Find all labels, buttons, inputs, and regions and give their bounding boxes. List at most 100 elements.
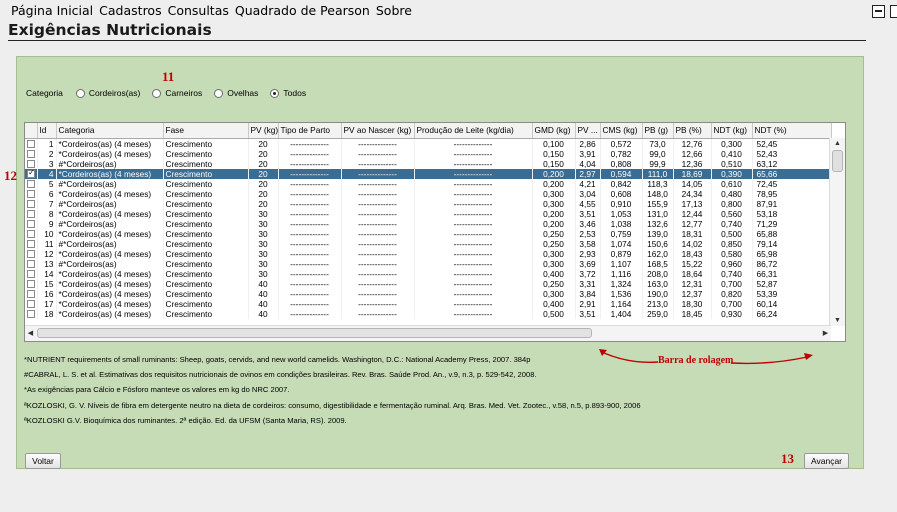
category-filter: Categoria Cordeiros(as) Carneiros Ovelha… (26, 88, 318, 98)
cell-cms: 1,164 (600, 298, 643, 309)
checkbox-checked-icon[interactable] (27, 169, 35, 179)
checkbox-icon[interactable] (27, 280, 35, 289)
scroll-down-icon[interactable]: ▼ (830, 315, 845, 326)
cell-select (25, 268, 38, 279)
table-row[interactable]: 7 #*Cordeiros(as) Crescimento 20 -----------… (25, 198, 832, 209)
cell-pv-nascer: -------------- (341, 208, 415, 219)
checkbox-icon[interactable] (27, 150, 35, 159)
table-row[interactable]: 10 *Cordeiros(as) (4 meses) Crescimento 30-… (25, 228, 832, 239)
next-button[interactable]: Avançar (804, 453, 849, 469)
checkbox-icon[interactable] (27, 270, 35, 279)
column-header-cms[interactable]: CMS (kg) (600, 123, 643, 139)
table-row[interactable]: 13 #*Cordeiros(as) Crescimento 30 ----------… (25, 258, 832, 269)
cell-cms: 0,879 (600, 248, 643, 259)
cell-ndt-pct: 52,87 (752, 278, 832, 289)
table-row[interactable]: 18 *Cordeiros(as) (4 meses) Crescimento 40-… (25, 308, 832, 319)
checkbox-icon[interactable] (27, 140, 35, 149)
cell-select (25, 148, 38, 159)
column-header-categoria[interactable]: Categoria (56, 123, 164, 139)
back-button[interactable]: Voltar (25, 453, 61, 469)
scroll-right-icon[interactable]: ▶ (820, 326, 831, 341)
radio-cordeiros[interactable]: Cordeiros(as) (75, 88, 141, 98)
column-header-producao-leite[interactable]: Produção de Leite (kg/dia) (414, 123, 533, 139)
menu-sobre[interactable]: Sobre (374, 3, 414, 18)
cell-categoria: *Cordeiros(as) (4 meses) (56, 208, 164, 219)
checkbox-icon[interactable] (27, 180, 35, 189)
checkbox-icon[interactable] (27, 190, 35, 199)
cell-gmd: 0,150 (532, 158, 576, 169)
scroll-left-icon[interactable]: ◀ (25, 326, 36, 341)
cell-gmd: 0,300 (532, 198, 576, 209)
table-row[interactable]: 12 *Cordeiros(as) (4 meses) Crescimento 30-… (25, 248, 832, 259)
scroll-up-icon[interactable]: ▲ (830, 138, 845, 149)
checkbox-icon[interactable] (27, 200, 35, 209)
column-header-pv[interactable]: PV (kg) (248, 123, 279, 139)
column-header-fase[interactable]: Fase (163, 123, 249, 139)
table-row[interactable]: 17 *Cordeiros(as) (4 meses) Crescimento 40-… (25, 298, 832, 309)
table-row[interactable]: 8 *Cordeiros(as) (4 meses) Crescimento 30 --… (25, 208, 832, 219)
column-header-ndt-kg[interactable]: NDT (kg) (711, 123, 753, 139)
table-row[interactable]: 9 #*Cordeiros(as) Crescimento 30 -----------… (25, 218, 832, 229)
table-row[interactable]: 4*Cordeiros(as) (4 meses)Crescimento20--… (25, 168, 832, 179)
menu-pagina-inicial[interactable]: Página Inicial (9, 3, 95, 18)
table-row[interactable]: 6 *Cordeiros(as) (4 meses) Crescimento 20 --… (25, 188, 832, 199)
cell-categoria: *Cordeiros(as) (4 meses) (56, 188, 164, 199)
vertical-scrollbar[interactable]: ▲ ▼ (829, 138, 845, 326)
table-row[interactable]: 2 *Cordeiros(as) (4 meses) Crescimento 20 --… (25, 148, 832, 159)
table-row[interactable]: 5 #*Cordeiros(as) Crescimento 20 -----------… (25, 178, 832, 189)
radio-ovelhas[interactable]: Ovelhas (214, 88, 258, 98)
table-row[interactable]: 14 *Cordeiros(as) (4 meses) Crescimento 30-… (25, 268, 832, 279)
cell-select (25, 258, 38, 269)
table-row[interactable]: 3 #*Cordeiros(as) Crescimento 20 -----------… (25, 158, 832, 169)
checkbox-icon[interactable] (27, 240, 35, 249)
checkbox-icon[interactable] (27, 250, 35, 259)
checkbox-icon[interactable] (27, 260, 35, 269)
column-header-gmd[interactable]: GMD (kg) (532, 123, 576, 139)
cell-pb-pct: 12,36 (673, 158, 712, 169)
horizontal-scrollbar[interactable]: ◀ ▶ (25, 325, 831, 341)
cell-categoria: #*Cordeiros(as) (56, 158, 164, 169)
column-header-pb-g[interactable]: PB (g) (642, 123, 674, 139)
column-header-tipo-parto[interactable]: Tipo de Parto (278, 123, 342, 139)
cell-tipo-parto: -------------- (278, 168, 342, 179)
column-header-pv-truncated[interactable]: PV ... (575, 123, 601, 139)
cell-gmd: 0,300 (532, 188, 576, 199)
vertical-scroll-thumb[interactable] (832, 150, 843, 172)
cell-pb-g: 111,0 (642, 168, 674, 179)
column-header-select[interactable] (25, 123, 38, 139)
checkbox-icon[interactable] (27, 290, 35, 299)
radio-circle-icon (152, 88, 162, 98)
menu-quadrado-de-pearson[interactable]: Quadrado de Pearson (233, 3, 372, 18)
checkbox-icon[interactable] (27, 210, 35, 219)
checkbox-icon[interactable] (27, 310, 35, 319)
minimize-icon[interactable] (872, 5, 885, 18)
column-header-pb-pct[interactable]: PB (%) (673, 123, 712, 139)
horizontal-scroll-thumb[interactable] (37, 328, 592, 338)
cell-pv-truncated: 2,93 (575, 248, 601, 259)
maximize-icon[interactable] (890, 5, 897, 18)
table-row[interactable]: 1 *Cordeiros(as) (4 meses) Crescimento 20 --… (25, 138, 832, 149)
cell-gmd: 0,200 (532, 218, 576, 229)
cell-pv: 40 (248, 308, 279, 319)
cell-pv-truncated: 3,04 (575, 188, 601, 199)
table-row[interactable]: 16 *Cordeiros(as) (4 meses) Crescimento 40-… (25, 288, 832, 299)
cell-pv-truncated: 3,72 (575, 268, 601, 279)
checkbox-icon[interactable] (27, 160, 35, 169)
menu-consultas[interactable]: Consultas (166, 3, 231, 18)
checkbox-icon[interactable] (27, 300, 35, 309)
cell-categoria: #*Cordeiros(as) (56, 238, 164, 249)
checkbox-icon[interactable] (27, 230, 35, 239)
checkbox-icon[interactable] (27, 220, 35, 229)
column-header-pv-nascer[interactable]: PV ao Nascer (kg) (341, 123, 415, 139)
column-header-ndt-pct[interactable]: NDT (%) (752, 123, 832, 139)
cell-pv: 40 (248, 278, 279, 289)
radio-carneiros[interactable]: Carneiros (152, 88, 202, 98)
cell-pv-nascer: -------------- (341, 238, 415, 249)
cell-pv-nascer: -------------- (341, 248, 415, 259)
column-header-id[interactable]: Id (37, 123, 57, 139)
table-row[interactable]: 15 *Cordeiros(as) (4 meses) Crescimento 40-… (25, 278, 832, 289)
radio-label: Cordeiros(as) (88, 88, 141, 98)
radio-todos[interactable]: Todos (270, 88, 306, 98)
table-row[interactable]: 11 #*Cordeiros(as) Crescimento 30 ----------… (25, 238, 832, 249)
menu-cadastros[interactable]: Cadastros (97, 3, 163, 18)
